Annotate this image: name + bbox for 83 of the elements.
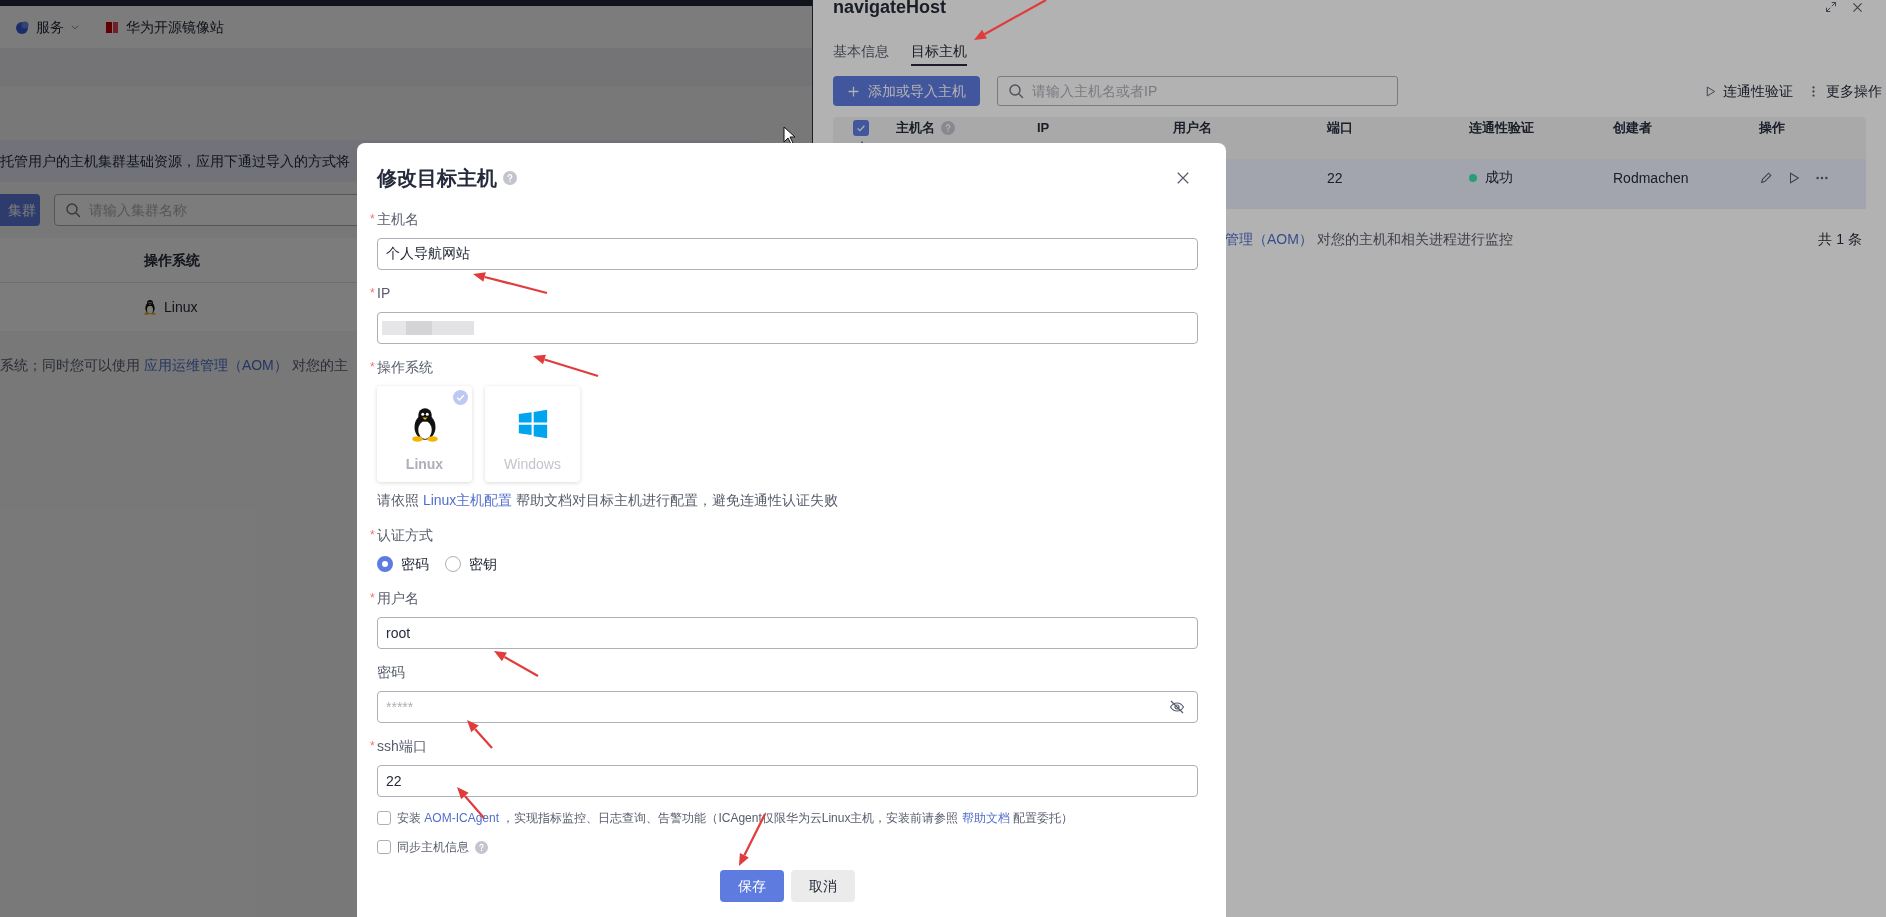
radio-button[interactable] (445, 556, 461, 572)
status-text: 成功 (1485, 168, 1513, 187)
close-icon[interactable] (1176, 171, 1190, 185)
radio-option[interactable]: 密钥 (445, 553, 497, 575)
input-field[interactable] (377, 312, 1198, 344)
annotation-arrow (533, 354, 599, 378)
field-label: ssh端口 (377, 736, 427, 756)
checkbox[interactable] (853, 119, 869, 136)
radio-option[interactable]: 密码 (377, 553, 429, 575)
radio-label: 密钥 (469, 554, 497, 574)
add-host-button[interactable]: 添加或导入主机 (833, 76, 980, 106)
field-label: 用户名 (377, 588, 419, 608)
eye-off-icon[interactable] (1169, 699, 1185, 715)
caret-icon (70, 22, 80, 32)
check-badge-icon (453, 390, 468, 405)
radio-button[interactable] (377, 556, 393, 572)
required-mark: * (370, 527, 376, 544)
required-mark: * (370, 359, 376, 376)
total-count: 共 1 条 (1818, 230, 1862, 249)
required-mark: * (370, 211, 376, 228)
field-label: 操作系统 (377, 357, 433, 377)
column-header: 用户名 (1173, 119, 1212, 138)
option-label: Windows (504, 455, 561, 474)
column-header: 操作 (1759, 119, 1785, 138)
table-cell-text: Linux (164, 297, 198, 317)
toolbar-button[interactable]: 更多操作 (1807, 80, 1882, 102)
required-mark: * (370, 738, 376, 755)
table-cell: Rodmachen (1613, 169, 1689, 186)
nav-label: 华为开源镜像站 (126, 17, 224, 37)
edit-icon[interactable] (1759, 170, 1773, 185)
create-button[interactable]: 集群 (0, 194, 40, 226)
search-icon (65, 202, 81, 218)
penguin-icon (142, 298, 158, 316)
annotation-arrow (467, 720, 493, 749)
expand-icon[interactable] (1825, 1, 1837, 13)
column-header: 操作系统 (143, 250, 201, 270)
field-label: IP (377, 283, 391, 303)
help-text: 请依照 Linux主机配置 帮助文档对目标主机进行配置，避免连通性认证失败 (377, 491, 840, 510)
nav-label: 服务 (36, 17, 64, 37)
placeholder-text: ***** (386, 697, 414, 717)
column-header: IP (1037, 119, 1050, 138)
checkbox[interactable] (377, 811, 391, 825)
input-field[interactable]: root (377, 617, 1198, 649)
checkbox-label: 同步主机信息 (397, 838, 488, 856)
option-label: Linux (405, 455, 444, 474)
nav-item[interactable]: 华为开源镜像站 (104, 16, 224, 38)
play-icon (1704, 84, 1717, 98)
field-label: 密码 (377, 662, 405, 682)
required-mark: * (370, 590, 376, 607)
aom-link[interactable]: 管理（AOM） (1225, 231, 1313, 247)
dialog-title: 修改目标主机 (377, 166, 497, 191)
table-cell: 22 (1327, 169, 1343, 186)
required-mark: * (370, 285, 376, 302)
field-label: 主机名 (377, 209, 419, 229)
drawer-title: navigateHost (833, 0, 947, 19)
play-icon[interactable] (1787, 170, 1801, 185)
search-icon (1008, 83, 1024, 99)
field-label: 认证方式 (377, 525, 433, 545)
tab[interactable]: 目标主机 (911, 38, 967, 66)
help-link[interactable]: Linux主机配置 (422, 492, 513, 508)
checkbox[interactable] (377, 840, 391, 854)
nav-item[interactable]: 服务 (14, 16, 80, 38)
cloud-icon (14, 19, 30, 35)
banner-text: 托管用户的主机集群基础资源，应用下通过导入的方式将 (0, 151, 350, 171)
cancel-button[interactable]: 取消 (791, 870, 855, 902)
tab[interactable]: 基本信息 (833, 38, 889, 66)
radio-label: 密码 (401, 554, 429, 574)
help-link[interactable]: AOM-ICAgent (424, 811, 500, 825)
help-link[interactable]: 帮助文档 (961, 811, 1010, 825)
footer-text: 管理（AOM） 对您的主机和相关进程进行监控 (1225, 230, 1513, 249)
input-field[interactable]: 个人导航网站 (377, 238, 1198, 270)
annotation-arrow (494, 651, 539, 677)
save-button[interactable]: 保存 (720, 870, 784, 902)
column-header: 主机名 (896, 118, 955, 138)
toolbar-button[interactable]: 连通性验证 (1704, 80, 1793, 102)
aom-link[interactable]: 应用运维管理（AOM） (143, 357, 288, 373)
column-header: 创建者 (1613, 119, 1652, 138)
book-icon (104, 19, 120, 35)
column-header: 端口 (1327, 119, 1353, 138)
input-field[interactable]: 22 (377, 765, 1198, 797)
close-icon[interactable] (1851, 0, 1864, 14)
column-header: 连通性验证 (1469, 119, 1534, 138)
plus-icon (847, 84, 860, 98)
